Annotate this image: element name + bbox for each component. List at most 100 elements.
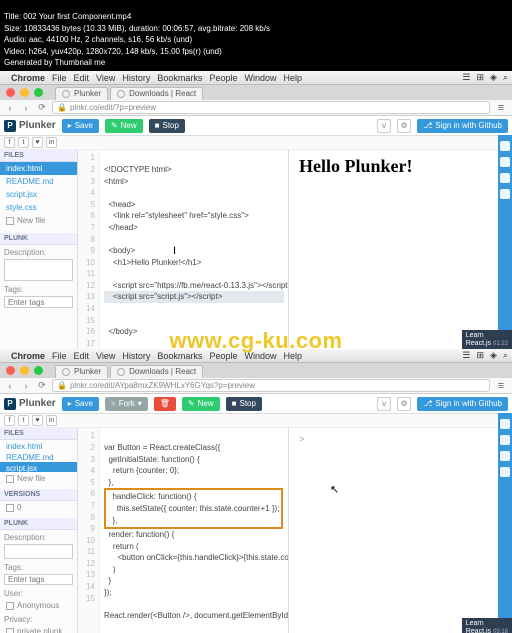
close-tab-icon[interactable] <box>117 90 125 98</box>
linkedin-icon[interactable]: in <box>46 137 57 148</box>
menu-chrome[interactable]: Chrome <box>11 73 45 83</box>
menu-view[interactable]: View <box>96 351 115 361</box>
menu-help[interactable]: Help <box>283 73 302 83</box>
tool-icon[interactable] <box>500 141 510 151</box>
zoom-icon[interactable] <box>34 366 43 375</box>
menu-file[interactable]: File <box>52 73 67 83</box>
settings-button[interactable]: ⚙ <box>397 397 411 411</box>
sidebar-item-readme[interactable]: README.md <box>0 451 77 462</box>
sidebar-item-index[interactable]: index.html <box>0 162 77 175</box>
menu-window[interactable]: Window <box>244 351 276 361</box>
new-button[interactable]: ✎ New <box>105 119 143 133</box>
chrome-menu-icon[interactable]: ≡ <box>494 101 508 115</box>
menu-bookmarks[interactable]: Bookmarks <box>157 351 202 361</box>
close-tab-icon[interactable] <box>62 90 70 98</box>
tab-plunker[interactable]: Plunker <box>55 365 108 378</box>
address-input[interactable]: 🔒plnkr.co/edit/AYpa8mxZK9WHLxY6GYqs?p=pr… <box>52 379 490 392</box>
signin-button[interactable]: ⎇ Sign in with Github <box>417 119 508 133</box>
linkedin-icon[interactable]: in <box>46 415 57 426</box>
dropdown-button[interactable]: v <box>377 397 391 411</box>
tool-icon[interactable] <box>500 435 510 445</box>
menu-view[interactable]: View <box>96 73 115 83</box>
reload-button[interactable]: ⟳ <box>36 380 48 392</box>
facebook-icon[interactable]: f <box>4 415 15 426</box>
menu-chrome[interactable]: Chrome <box>11 351 45 361</box>
menu-bookmarks[interactable]: Bookmarks <box>157 73 202 83</box>
forward-button[interactable]: › <box>20 380 32 392</box>
facebook-icon[interactable]: f <box>4 137 15 148</box>
menu-history[interactable]: History <box>122 351 150 361</box>
forward-button[interactable]: › <box>20 102 32 114</box>
tool-icon[interactable] <box>500 451 510 461</box>
tool-icon[interactable] <box>500 157 510 167</box>
signin-button[interactable]: ⎇ Sign in with Github <box>417 397 508 411</box>
sidebar-item-script[interactable]: script.jsx <box>0 188 77 201</box>
status-icon[interactable]: ⌕ <box>503 350 508 361</box>
status-icon[interactable]: ◈ <box>490 350 497 361</box>
description-input[interactable] <box>4 259 73 281</box>
tab-downloads[interactable]: Downloads | React <box>110 365 203 378</box>
close-tab-icon[interactable] <box>117 368 125 376</box>
menu-people[interactable]: People <box>209 351 237 361</box>
code-content[interactable]: <!DOCTYPE html> <html> <head> <link rel=… <box>100 150 288 350</box>
menu-window[interactable]: Window <box>244 73 276 83</box>
delete-button[interactable]: 🗑 <box>154 397 176 411</box>
back-button[interactable]: ‹ <box>4 380 16 392</box>
code-editor[interactable]: 123456789101112131415 var Button = React… <box>78 428 288 633</box>
tool-icon[interactable] <box>500 419 510 429</box>
tab-downloads[interactable]: Downloads | React <box>110 87 203 100</box>
close-icon[interactable] <box>6 88 15 97</box>
tags-input[interactable] <box>4 574 73 585</box>
settings-button[interactable]: ⚙ <box>397 119 411 133</box>
tool-icon[interactable] <box>500 173 510 183</box>
checkbox-icon[interactable] <box>6 602 14 610</box>
new-file-button[interactable]: New file <box>0 472 77 485</box>
zoom-icon[interactable] <box>34 88 43 97</box>
tool-icon[interactable] <box>500 189 510 199</box>
status-icon[interactable]: ☰ <box>462 72 470 83</box>
dropdown-button[interactable]: v <box>377 119 391 133</box>
stop-button[interactable]: ■ Stop <box>226 397 262 411</box>
code-content[interactable]: var Button = React.createClass({ getInit… <box>100 428 288 633</box>
menu-people[interactable]: People <box>209 73 237 83</box>
save-button[interactable]: ▸ Save <box>62 119 99 133</box>
sidebar-item-index[interactable]: index.html <box>0 440 77 451</box>
status-icon[interactable]: ☰ <box>462 350 470 361</box>
sidebar-item-style[interactable]: style.css <box>0 201 77 214</box>
like-icon[interactable]: ♥ <box>32 137 43 148</box>
privacy-private[interactable]: private plunk <box>0 625 77 633</box>
save-button[interactable]: ▸ Save <box>62 397 99 411</box>
status-icon[interactable]: ◈ <box>490 72 497 83</box>
like-icon[interactable]: ♥ <box>32 415 43 426</box>
menu-history[interactable]: History <box>122 73 150 83</box>
address-input[interactable]: 🔒plnkr.co/edit/?p=preview <box>52 101 490 114</box>
status-icon[interactable]: ⊞ <box>476 72 484 83</box>
code-editor[interactable]: 123456789101112131415161718 <!DOCTYPE ht… <box>78 150 288 350</box>
fork-button[interactable]: ⑂ Fork ▾ <box>105 397 148 411</box>
sidebar-item-script[interactable]: script.jsx <box>0 462 77 473</box>
close-tab-icon[interactable] <box>62 368 70 376</box>
tool-icon[interactable] <box>500 467 510 477</box>
reload-button[interactable]: ⟳ <box>36 102 48 114</box>
twitter-icon[interactable]: t <box>18 415 29 426</box>
version-item[interactable]: 0 <box>0 501 77 514</box>
back-button[interactable]: ‹ <box>4 102 16 114</box>
twitter-icon[interactable]: t <box>18 137 29 148</box>
stop-button[interactable]: ■ Stop <box>149 119 185 133</box>
minimize-icon[interactable] <box>20 88 29 97</box>
checkbox-icon[interactable] <box>6 628 14 633</box>
tags-input[interactable] <box>4 296 73 308</box>
status-icon[interactable]: ⊞ <box>476 350 484 361</box>
close-icon[interactable] <box>6 366 15 375</box>
status-icon[interactable]: ⌕ <box>503 72 508 83</box>
menu-file[interactable]: File <box>52 351 67 361</box>
plunker-logo[interactable]: PPlunker <box>4 120 56 132</box>
minimize-icon[interactable] <box>20 366 29 375</box>
description-input[interactable] <box>4 544 73 559</box>
menu-edit[interactable]: Edit <box>74 73 90 83</box>
new-file-button[interactable]: New file <box>0 214 77 227</box>
tab-plunker[interactable]: Plunker <box>55 87 108 100</box>
menu-help[interactable]: Help <box>283 351 302 361</box>
sidebar-item-readme[interactable]: README.md <box>0 175 77 188</box>
chrome-menu-icon[interactable]: ≡ <box>494 379 508 393</box>
